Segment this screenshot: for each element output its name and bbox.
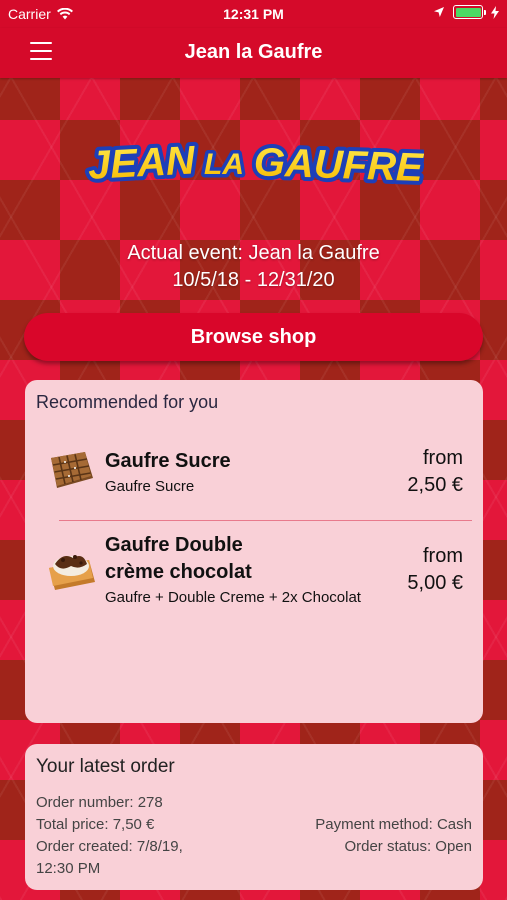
order-number: Order number: 278 [36,794,163,811]
product-name: Gaufre Sucre [105,450,231,472]
order-created-time: 12:30 PM [36,860,101,877]
product-description: Gaufre Sucre [105,478,195,495]
latest-order-card[interactable]: Your latest order Order number: 278 Tota… [25,744,483,890]
product-item-gaufre-double-creme-chocolat[interactable]: Gaufre Double crème chocolat Gaufre + Do… [25,530,483,620]
brand-logo: JEAN JEAN LA LA GAUFRE GAUFRE [0,132,507,197]
navigation-bar: Jean la Gaufre [0,28,507,78]
event-info: Actual event: Jean la Gaufre 10/5/18 - 1… [0,240,507,294]
recommended-title: Recommended for you [36,392,219,412]
nav-title: Jean la Gaufre [184,41,323,63]
order-total-price: Total price: 7,50 € [36,816,155,833]
product-price: 2,50 € [407,474,463,496]
payment-method: Payment method: Cash [315,816,472,833]
svg-text:GAUFRE: GAUFRE [253,140,424,190]
status-time: 12:31 PM [223,6,284,22]
event-dates: 10/5/18 - 12/31/20 [172,269,335,291]
waffle-sugar-image [51,452,93,488]
recommended-card: Recommended for you Gaufre Sucre Gaufre … [25,380,483,723]
waffle-chocolate-image [49,555,95,590]
price-prefix: from [423,447,463,469]
browse-shop-button[interactable]: Browse shop [24,313,483,361]
price-prefix: from [423,545,463,567]
charging-bolt-icon [491,5,499,19]
product-description: Gaufre + Double Creme + 2x Chocolat [105,589,361,606]
brand-logo-image: JEAN JEAN LA LA GAUFRE GAUFRE [84,134,424,192]
event-title: Actual event: Jean la Gaufre [127,242,380,264]
svg-text:LA: LA [204,148,244,181]
product-price: 5,00 € [407,572,463,594]
product-item-gaufre-sucre[interactable]: Gaufre Sucre Gaufre Sucre from 2,50 € [25,432,483,522]
latest-order-title: Your latest order [36,756,175,777]
battery-icon [453,5,486,19]
divider [59,520,472,521]
order-created: Order created: 7/8/19, [36,838,183,855]
status-bar: Carrier 12:31 PM [0,0,507,28]
product-name: Gaufre Double crème chocolat [105,534,252,583]
order-status: Order status: Open [344,838,472,855]
svg-text:JEAN: JEAN [86,138,196,188]
location-arrow-icon [434,7,444,17]
